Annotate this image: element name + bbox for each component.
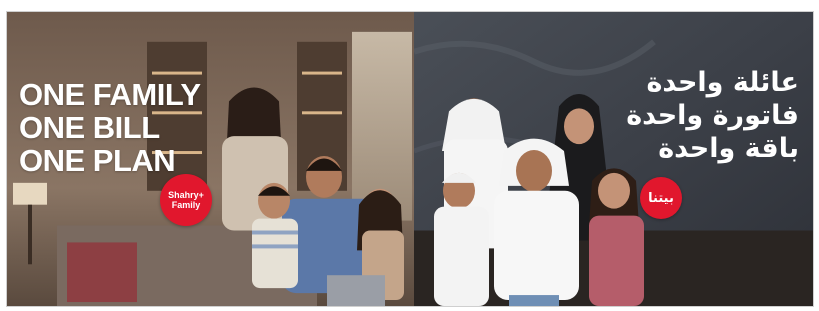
headline-ar-line-2: فاتورة واحدة (626, 100, 799, 131)
badge-label: بيتنا (648, 190, 674, 206)
headline-line-3: ONE PLAN (19, 143, 176, 178)
arabic-headline: عائلة واحدة فاتورة واحدة باقة واحدة (626, 66, 799, 165)
left-ad-panel: ONE FAMILY ONE BILL ONE PLAN Shahry+ Fam… (7, 12, 414, 306)
ad-banner: ONE FAMILY ONE BILL ONE PLAN Shahry+ Fam… (6, 11, 814, 307)
right-ad-panel: عائلة واحدة فاتورة واحدة باقة واحدة بيتن… (414, 12, 813, 306)
headline-ar-line-3: باقة واحدة (658, 133, 799, 164)
badge-line-2: Family (171, 200, 201, 210)
headline-line-2: ONE BILL (19, 110, 160, 145)
headline-ar-line-1: عائلة واحدة (646, 67, 799, 98)
headline-line-1: ONE FAMILY (19, 77, 201, 112)
english-headline: ONE FAMILY ONE BILL ONE PLAN (19, 78, 201, 177)
baytna-badge: بيتنا (640, 177, 682, 219)
badge-line-1: Shahry+ (168, 190, 204, 200)
shahry-family-badge: Shahry+ Family (160, 174, 212, 226)
